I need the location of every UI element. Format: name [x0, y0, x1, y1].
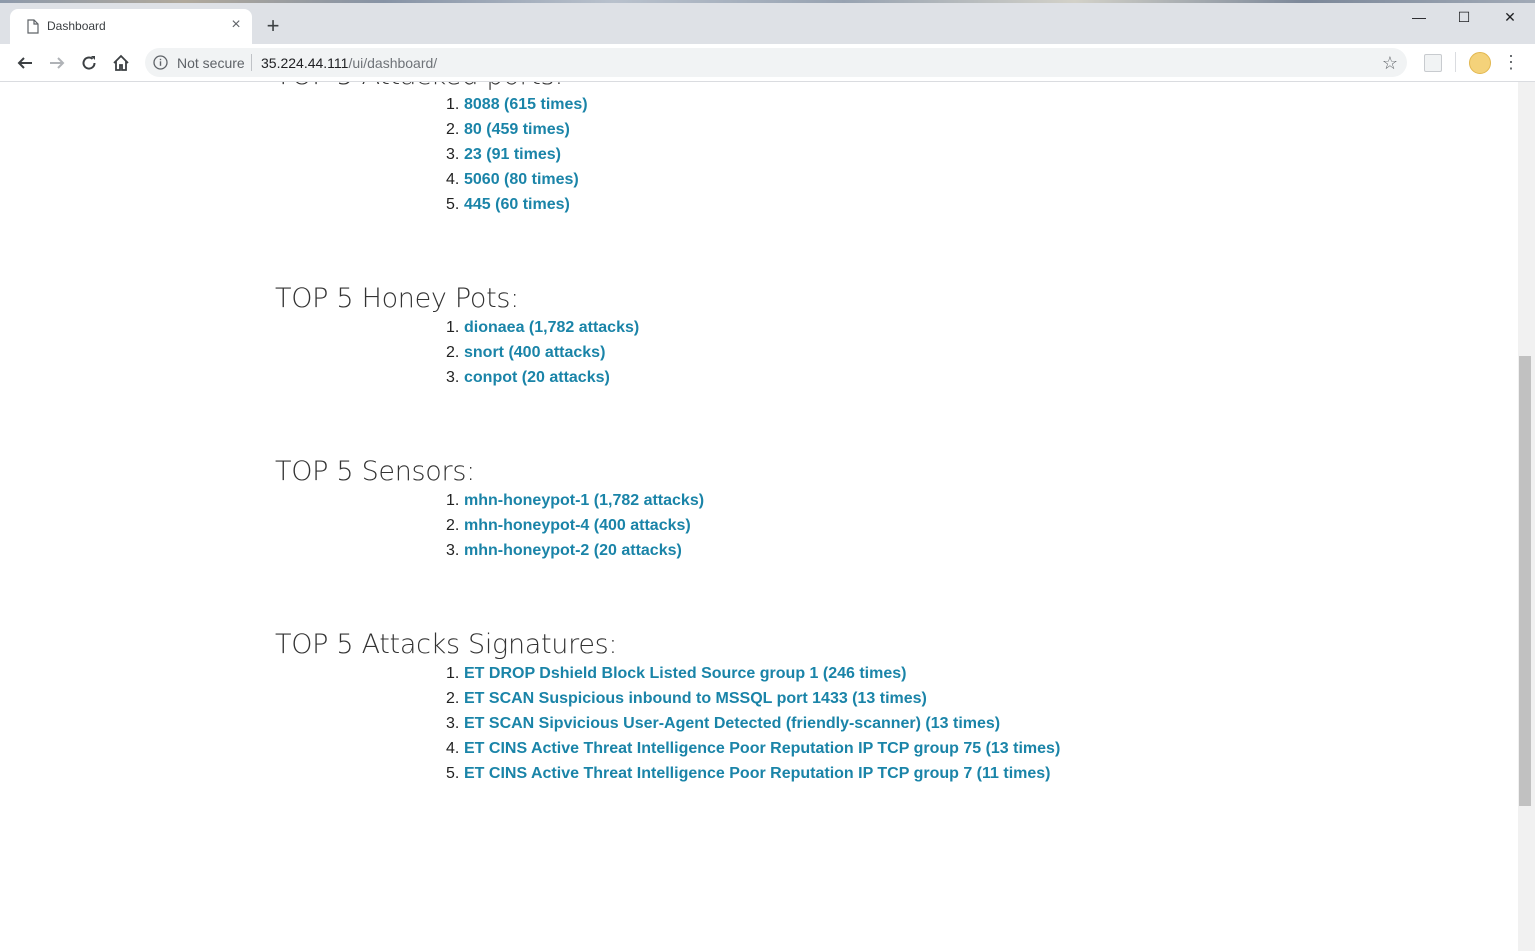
security-label[interactable]: Not secure: [177, 55, 245, 71]
page-icon: [27, 19, 39, 34]
port-link[interactable]: 80 (459 times): [464, 117, 570, 142]
tab-dashboard[interactable]: Dashboard ×: [10, 9, 252, 44]
sensor-link[interactable]: mhn-honeypot-1 (1,782 attacks): [464, 488, 704, 513]
item-number: 1.: [446, 665, 460, 682]
address-bar[interactable]: Not secure 35.224.44.111/ui/dashboard/ ☆: [145, 48, 1407, 77]
section-attack-signatures: TOP 5 Attacks Signatures: 1. ET DROP Dshi…: [275, 629, 1375, 786]
signature-link[interactable]: ET CINS Active Threat Intelligence Poor …: [464, 736, 1060, 761]
signature-link[interactable]: ET SCAN Sipvicious User-Agent Detected (…: [464, 711, 1000, 736]
item-number: 5.: [446, 765, 460, 782]
list-item: 5. 445 (60 times): [275, 192, 1375, 217]
url-path: /ui/dashboard/: [348, 55, 438, 71]
home-button[interactable]: [108, 50, 134, 76]
signature-link[interactable]: ET DROP Dshield Block Listed Source grou…: [464, 661, 906, 686]
item-number: 3.: [446, 715, 460, 732]
list-item: 3. mhn-honeypot-2 (20 attacks): [275, 538, 1375, 563]
section-title: TOP 5 Honey Pots:: [275, 283, 519, 314]
omnibox-divider: [251, 54, 252, 71]
signature-link[interactable]: ET CINS Active Threat Intelligence Poor …: [464, 761, 1050, 786]
back-arrow-icon: [17, 57, 32, 69]
item-number: 2.: [446, 517, 460, 534]
home-icon: [113, 54, 129, 71]
forward-button[interactable]: [44, 50, 70, 76]
ports-list: 1. 8088 (615 times) 2. 80 (459 times) 3. 23…: [275, 92, 1375, 217]
section-title: TOP 5 Attacks Signatures:: [275, 629, 618, 660]
close-window-button[interactable]: ✕: [1487, 4, 1533, 30]
item-number: 2.: [446, 344, 460, 361]
item-number: 4.: [446, 171, 460, 188]
list-item: 2. ET SCAN Suspicious inbound to MSSQL po…: [275, 686, 1375, 711]
item-number: 1.: [446, 96, 460, 113]
section-attacked-ports: TOP 5 Attacked ports: 1.8088 (615 times)…: [275, 82, 1375, 217]
item-number: 3.: [446, 542, 460, 559]
section-honey-pots: TOP 5 Honey Pots: 1. dionaea (1,782 attac…: [275, 283, 1375, 390]
port-link[interactable]: 23 (91 times): [464, 142, 561, 167]
bookmark-star-icon[interactable]: ☆: [1380, 53, 1400, 73]
item-number: 5.: [446, 196, 460, 213]
profile-avatar[interactable]: [1469, 52, 1491, 74]
list-item: 3. ET SCAN Sipvicious User-Agent Detected…: [275, 711, 1375, 736]
list-item: 2. snort (400 attacks): [275, 340, 1375, 365]
minimize-button[interactable]: —: [1396, 4, 1442, 30]
maximize-button[interactable]: ☐: [1441, 4, 1487, 30]
item-number: 4.: [446, 740, 460, 757]
new-tab-button[interactable]: +: [261, 14, 285, 38]
list-item: 1. 8088 (615 times): [275, 92, 1375, 117]
honeypot-link[interactable]: dionaea (1,782 attacks): [464, 315, 639, 340]
signatures-list: 1. ET DROP Dshield Block Listed Source gr…: [275, 661, 1375, 786]
signature-link[interactable]: ET SCAN Suspicious inbound to MSSQL port…: [464, 686, 927, 711]
list-item: 1. dionaea (1,782 attacks): [275, 315, 1375, 340]
list-item: 3. 23 (91 times): [275, 142, 1375, 167]
list-item: 4. 5060 (80 times): [275, 167, 1375, 192]
desktop-wallpaper-strip: [0, 0, 1535, 3]
port-link[interactable]: 5060 (80 times): [464, 167, 579, 192]
list-item: 5. ET CINS Active Threat Intelligence Poo…: [275, 761, 1375, 786]
list-item: 1. ET DROP Dshield Block Listed Source gr…: [275, 661, 1375, 686]
item-number: 1.: [446, 319, 460, 336]
sensor-link[interactable]: mhn-honeypot-4 (400 attacks): [464, 513, 691, 538]
url-host: 35.224.44.111: [261, 55, 349, 71]
list-item: 2. mhn-honeypot-4 (400 attacks): [275, 513, 1375, 538]
browser-menu-icon[interactable]: ⋮: [1502, 52, 1520, 72]
honeypot-link[interactable]: conpot (20 attacks): [464, 365, 610, 390]
honeypot-link[interactable]: snort (400 attacks): [464, 340, 605, 365]
list-item: 2. 80 (459 times): [275, 117, 1375, 142]
extension-icon[interactable]: [1424, 54, 1442, 72]
port-link[interactable]: 445 (60 times): [464, 192, 570, 217]
item-number: 2.: [446, 121, 460, 138]
item-number: 3.: [446, 369, 460, 386]
item-number: 2.: [446, 690, 460, 707]
list-item: 4. ET CINS Active Threat Intelligence Poo…: [275, 736, 1375, 761]
sensor-link[interactable]: mhn-honeypot-2 (20 attacks): [464, 538, 682, 563]
browser-toolbar: Not secure 35.224.44.111/ui/dashboard/ ☆: [0, 44, 1535, 82]
item-number: 1.: [446, 492, 460, 509]
scrollbar-thumb[interactable]: [1519, 356, 1531, 806]
list-item: 1. mhn-honeypot-1 (1,782 attacks): [275, 488, 1375, 513]
tab-strip: Dashboard × + — ☐ ✕: [0, 0, 1535, 44]
sensors-list: 1. mhn-honeypot-1 (1,782 attacks) 2. mhn-h…: [275, 488, 1375, 563]
section-sensors: TOP 5 Sensors: 1. mhn-honeypot-1 (1,782 a…: [275, 456, 1375, 563]
section-title: TOP 5 Attacked ports:: [275, 82, 1375, 91]
toolbar-divider: [1455, 52, 1456, 72]
reload-icon: [82, 56, 96, 70]
reload-button[interactable]: [76, 50, 102, 76]
item-number: 3.: [446, 146, 460, 163]
back-button[interactable]: [12, 50, 38, 76]
info-icon[interactable]: [153, 55, 168, 70]
section-title: TOP 5 Sensors:: [275, 456, 475, 487]
list-item: 3. conpot (20 attacks): [275, 365, 1375, 390]
port-link[interactable]: 8088 (615 times): [464, 92, 588, 117]
forward-arrow-icon: [50, 57, 65, 69]
url-text[interactable]: 35.224.44.111/ui/dashboard/: [261, 55, 437, 71]
tab-title: Dashboard: [47, 19, 106, 33]
tab-close-icon[interactable]: ×: [226, 15, 246, 35]
page-viewport: TOP 5 Attacked ports: 1.8088 (615 times)…: [0, 82, 1518, 951]
honeypots-list: 1. dionaea (1,782 attacks) 2. snort (400 a…: [275, 315, 1375, 390]
